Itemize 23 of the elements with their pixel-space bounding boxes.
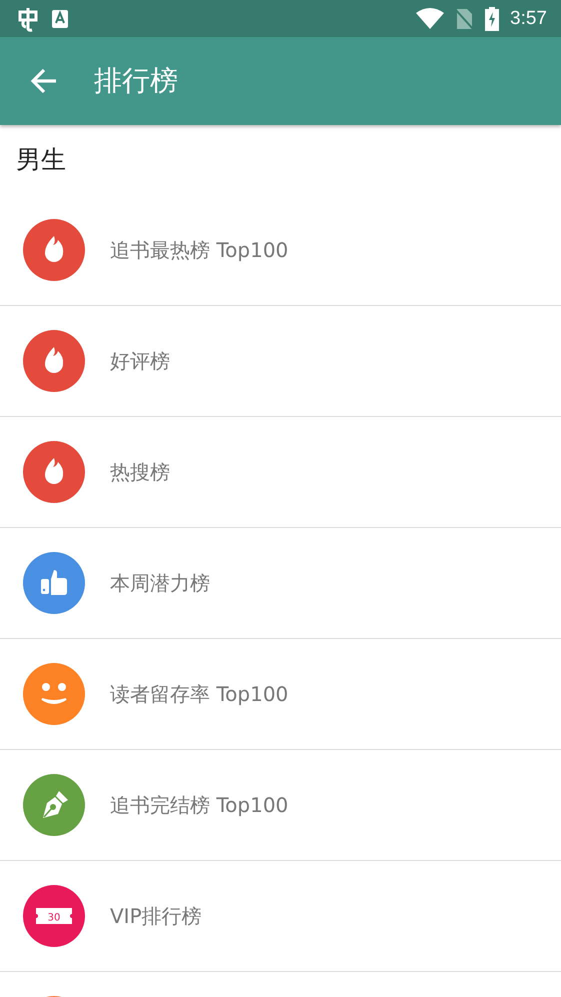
battery-icon: [484, 6, 500, 30]
ranking-list-item[interactable]: 读者留存率 Top100: [0, 639, 561, 750]
item-label: 追书完结榜 Top100: [110, 792, 288, 818]
ranking-list-item[interactable]: 追书完结榜 Top100: [0, 750, 561, 861]
ranking-list-item[interactable]: 好评榜: [0, 306, 561, 417]
toolbar-title: 排行榜: [94, 63, 178, 99]
ranking-list-item[interactable]: 本周潜力榜: [0, 528, 561, 639]
ranking-list-item[interactable]: 追书最热榜 Top100: [0, 195, 561, 306]
keyboard-icon: [51, 8, 69, 28]
item-label: 读者留存率 Top100: [110, 680, 288, 708]
item-label: 追书最热榜 Top100: [110, 236, 288, 264]
item-label: 热搜榜: [110, 458, 170, 486]
item-label: 本周潜力榜: [110, 570, 210, 596]
item-label: VIP排行榜: [110, 902, 202, 930]
ranking-list-item[interactable]: 30 VIP排行榜: [0, 861, 561, 972]
item-label: 好评榜: [110, 348, 170, 374]
no-sim-icon: [454, 8, 474, 30]
back-arrow-icon: [29, 66, 59, 96]
section-title: 男生: [15, 144, 67, 176]
status-time: 3:57: [510, 8, 547, 30]
ticket-icon: 30: [23, 885, 85, 947]
wifi-icon: [416, 8, 444, 30]
ranking-list-item[interactable]: 热搜榜: [0, 417, 561, 528]
